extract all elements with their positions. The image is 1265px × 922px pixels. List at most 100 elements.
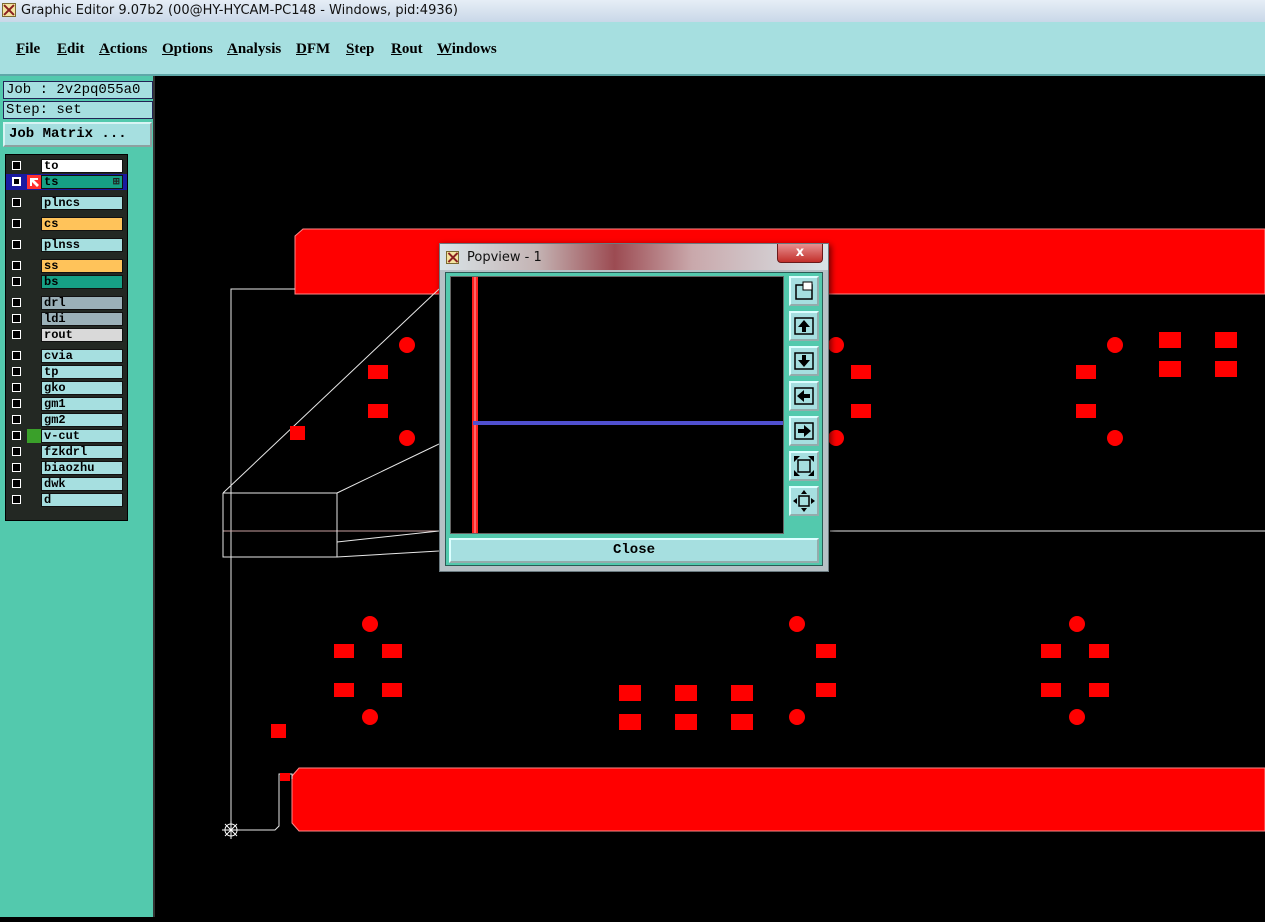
layer-row-ldi[interactable]: ldi (6, 311, 127, 327)
layer-name-tp[interactable]: tp (41, 365, 123, 379)
zoom-fit-icon[interactable] (789, 486, 819, 516)
layer-label: bs (44, 275, 59, 289)
menu-windows[interactable]: Windows (437, 41, 497, 58)
layer-checkbox[interactable] (12, 261, 21, 270)
layer-row-gm1[interactable]: gm1 (6, 396, 127, 412)
popview-close-icon[interactable]: x (777, 244, 823, 263)
layer-row-biaozhu[interactable]: biaozhu (6, 460, 127, 476)
layer-checkbox[interactable] (12, 351, 21, 360)
layer-name-to[interactable]: to (41, 159, 123, 173)
layer-name-ldi[interactable]: ldi (41, 312, 123, 326)
layer-name-v-cut[interactable]: v-cut (41, 429, 123, 443)
layer-row-cvia[interactable]: cvia (6, 348, 127, 364)
popview-titlebar[interactable]: Popview - 1 (440, 244, 828, 270)
layer-row-d[interactable]: d (6, 492, 127, 508)
layer-name-ts[interactable]: ts ⊞ (41, 175, 123, 189)
layer-row-to[interactable]: to (6, 158, 127, 174)
bottom-copper-rail (291, 767, 1265, 832)
layer-mark-empty (27, 196, 41, 210)
layer-row-fzkdrl[interactable]: fzkdrl (6, 444, 127, 460)
layer-name-rout[interactable]: rout (41, 328, 123, 342)
layer-name-plnss[interactable]: plnss (41, 238, 123, 252)
layer-name-cs[interactable]: cs (41, 217, 123, 231)
expand-icon[interactable]: ⊞ (112, 176, 120, 188)
layer-checkbox[interactable] (12, 298, 21, 307)
job-matrix-button[interactable]: Job Matrix ... (3, 122, 152, 147)
pad-round (828, 430, 844, 446)
layer-checkbox[interactable] (12, 161, 21, 170)
layer-checkbox[interactable] (12, 399, 21, 408)
layer-name-cvia[interactable]: cvia (41, 349, 123, 363)
layer-row-bs[interactable]: bs (6, 274, 127, 290)
layer-row-gko[interactable]: gko (6, 380, 127, 396)
layer-name-gko[interactable]: gko (41, 381, 123, 395)
layer-checkbox[interactable] (12, 330, 21, 339)
menu-rout[interactable]: Rout (391, 41, 423, 58)
layer-checkbox[interactable] (12, 415, 21, 424)
layer-row-rout[interactable]: rout (6, 327, 127, 343)
layer-row-gm2[interactable]: gm2 (6, 412, 127, 428)
zoom-window-icon[interactable] (789, 276, 819, 306)
menu-analysis[interactable]: Analysis (227, 41, 281, 58)
layer-label: ldi (44, 312, 66, 326)
pad-smd (1041, 644, 1061, 658)
popview-close-button[interactable]: Close (449, 538, 819, 563)
popview-canvas[interactable] (450, 276, 784, 534)
layer-name-bs[interactable]: bs (41, 275, 123, 289)
layer-mark-empty (27, 381, 41, 395)
layer-checkbox[interactable] (12, 383, 21, 392)
layer-row-dwk[interactable]: dwk (6, 476, 127, 492)
layer-checkbox[interactable] (12, 177, 21, 186)
layer-label: tp (44, 365, 59, 379)
layer-checkbox[interactable] (12, 479, 21, 488)
layer-checkbox[interactable] (12, 240, 21, 249)
layer-checkbox[interactable] (12, 314, 21, 323)
layer-checkbox[interactable] (12, 447, 21, 456)
layer-checkbox[interactable] (12, 277, 21, 286)
left-panel: Job : 2v2pq055a0 Step: set Job Matrix ..… (0, 76, 155, 917)
layer-name-gm2[interactable]: gm2 (41, 413, 123, 427)
layer-checkbox[interactable] (12, 431, 21, 440)
work-layer-arrow-icon (27, 175, 41, 189)
layer-name-d[interactable]: d (41, 493, 123, 507)
layer-checkbox[interactable] (12, 463, 21, 472)
step-name-field: Step: set (3, 101, 153, 119)
zoom-link-line-4 (336, 550, 440, 558)
pan-left-icon[interactable] (789, 381, 819, 411)
layer-checkbox[interactable] (12, 219, 21, 228)
menu-options[interactable]: Options (162, 41, 213, 58)
pad-round (1107, 337, 1123, 353)
layer-name-gm1[interactable]: gm1 (41, 397, 123, 411)
layer-row-plnss[interactable]: plnss (6, 237, 127, 253)
pan-right-icon[interactable] (789, 416, 819, 446)
layer-name-plncs[interactable]: plncs (41, 196, 123, 210)
layer-row-ss[interactable]: ss (6, 258, 127, 274)
pan-up-icon[interactable] (789, 311, 819, 341)
layer-checkbox[interactable] (12, 367, 21, 376)
layer-row-v-cut[interactable]: v-cut (6, 428, 127, 444)
layer-checkbox[interactable] (12, 198, 21, 207)
popview-title: Popview - 1 (467, 250, 542, 265)
menu-step[interactable]: Step (346, 41, 374, 58)
pan-down-icon[interactable] (789, 346, 819, 376)
layer-row-drl[interactable]: drl (6, 295, 127, 311)
menu-edit[interactable]: Edit (57, 41, 85, 58)
board-profile-corner (231, 773, 293, 831)
layer-name-biaozhu[interactable]: biaozhu (41, 461, 123, 475)
window-titlebar: Graphic Editor 9.07b2 (00@HY-HYCAM-PC148… (0, 0, 1265, 23)
layer-name-fzkdrl[interactable]: fzkdrl (41, 445, 123, 459)
layer-row-cs[interactable]: cs (6, 216, 127, 232)
layer-name-ss[interactable]: ss (41, 259, 123, 273)
layer-row-plncs[interactable]: plncs (6, 195, 127, 211)
zoom-in-icon[interactable] (789, 451, 819, 481)
layer-name-dwk[interactable]: dwk (41, 477, 123, 491)
menu-file[interactable]: File (16, 41, 40, 58)
menu-dfm[interactable]: DFM (296, 41, 330, 58)
pad-round (789, 616, 805, 632)
layer-checkbox[interactable] (12, 495, 21, 504)
layer-row-ts[interactable]: ts ⊞ (6, 174, 127, 190)
layer-row-tp[interactable]: tp (6, 364, 127, 380)
layer-name-drl[interactable]: drl (41, 296, 123, 310)
pad-smd (1159, 332, 1181, 348)
menu-actions[interactable]: Actions (99, 41, 147, 58)
